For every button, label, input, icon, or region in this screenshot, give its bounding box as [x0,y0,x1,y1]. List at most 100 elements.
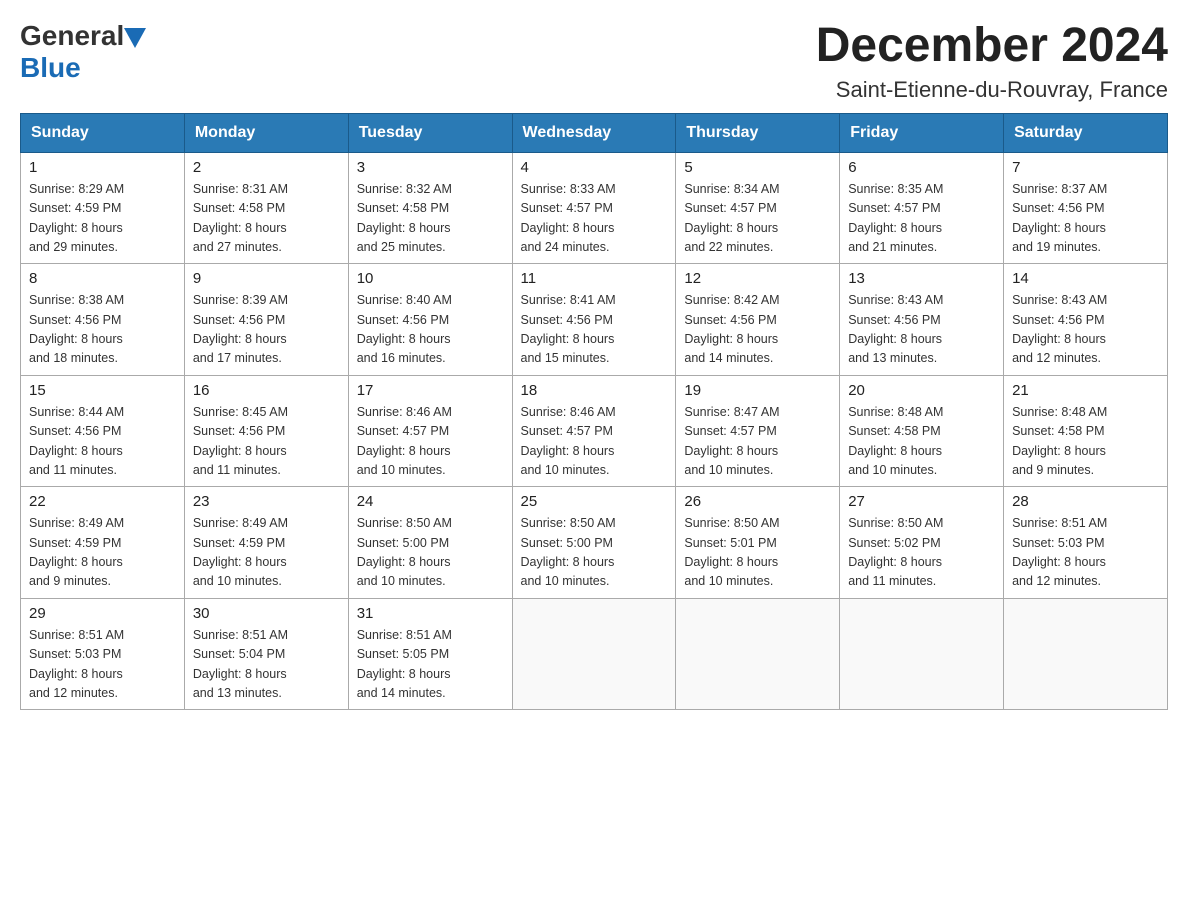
calendar-cell: 19 Sunrise: 8:47 AM Sunset: 4:57 PM Dayli… [676,375,840,487]
logo-blue-text: Blue [20,52,81,84]
day-number: 24 [357,493,504,510]
calendar-cell: 21 Sunrise: 8:48 AM Sunset: 4:58 PM Dayli… [1004,375,1168,487]
day-number: 17 [357,382,504,399]
day-info: Sunrise: 8:29 AM Sunset: 4:59 PM Dayligh… [29,180,176,258]
calendar-cell: 6 Sunrise: 8:35 AM Sunset: 4:57 PM Daylig… [840,152,1004,264]
day-info: Sunrise: 8:48 AM Sunset: 4:58 PM Dayligh… [1012,403,1159,481]
day-info: Sunrise: 8:43 AM Sunset: 4:56 PM Dayligh… [848,291,995,369]
calendar-cell [676,598,840,710]
day-info: Sunrise: 8:37 AM Sunset: 4:56 PM Dayligh… [1012,180,1159,258]
calendar-cell: 27 Sunrise: 8:50 AM Sunset: 5:02 PM Dayli… [840,487,1004,599]
header-friday: Friday [840,113,1004,152]
calendar-cell: 14 Sunrise: 8:43 AM Sunset: 4:56 PM Dayli… [1004,264,1168,376]
day-number: 30 [193,605,340,622]
calendar-header-row: SundayMondayTuesdayWednesdayThursdayFrid… [21,113,1168,152]
calendar-cell: 9 Sunrise: 8:39 AM Sunset: 4:56 PM Daylig… [184,264,348,376]
logo-triangle-icon [124,24,146,48]
day-info: Sunrise: 8:51 AM Sunset: 5:03 PM Dayligh… [29,626,176,704]
day-number: 14 [1012,270,1159,287]
day-info: Sunrise: 8:51 AM Sunset: 5:05 PM Dayligh… [357,626,504,704]
calendar-cell: 13Sunrise: 8:43 AM Sunset: 4:56 PM Dayli… [840,264,1004,376]
calendar-cell: 16 Sunrise: 8:45 AM Sunset: 4:56 PM Dayli… [184,375,348,487]
day-info: Sunrise: 8:49 AM Sunset: 4:59 PM Dayligh… [193,514,340,592]
day-number: 27 [848,493,995,510]
month-title: December 2024 [816,20,1168,73]
calendar-cell: 28Sunrise: 8:51 AM Sunset: 5:03 PM Dayli… [1004,487,1168,599]
calendar-week-row: 1 Sunrise: 8:29 AM Sunset: 4:59 PM Daylig… [21,152,1168,264]
calendar-cell: 24 Sunrise: 8:50 AM Sunset: 5:00 PM Dayli… [348,487,512,599]
calendar-cell: 2Sunrise: 8:31 AM Sunset: 4:58 PM Daylig… [184,152,348,264]
calendar-cell: 7Sunrise: 8:37 AM Sunset: 4:56 PM Daylig… [1004,152,1168,264]
day-info: Sunrise: 8:50 AM Sunset: 5:00 PM Dayligh… [521,514,668,592]
day-info: Sunrise: 8:41 AM Sunset: 4:56 PM Dayligh… [521,291,668,369]
calendar-cell [1004,598,1168,710]
calendar-cell: 29Sunrise: 8:51 AM Sunset: 5:03 PM Dayli… [21,598,185,710]
day-number: 6 [848,159,995,176]
day-info: Sunrise: 8:46 AM Sunset: 4:57 PM Dayligh… [357,403,504,481]
day-info: Sunrise: 8:51 AM Sunset: 5:03 PM Dayligh… [1012,514,1159,592]
calendar-cell: 22 Sunrise: 8:49 AM Sunset: 4:59 PM Dayli… [21,487,185,599]
day-number: 21 [1012,382,1159,399]
calendar-cell: 31 Sunrise: 8:51 AM Sunset: 5:05 PM Dayli… [348,598,512,710]
calendar-cell: 10 Sunrise: 8:40 AM Sunset: 4:56 PM Dayli… [348,264,512,376]
day-number: 31 [357,605,504,622]
day-number: 8 [29,270,176,287]
header-tuesday: Tuesday [348,113,512,152]
day-number: 23 [193,493,340,510]
calendar-cell: 3Sunrise: 8:32 AM Sunset: 4:58 PM Daylig… [348,152,512,264]
day-number: 2 [193,159,340,176]
header-sunday: Sunday [21,113,185,152]
day-info: Sunrise: 8:50 AM Sunset: 5:00 PM Dayligh… [357,514,504,592]
day-info: Sunrise: 8:50 AM Sunset: 5:02 PM Dayligh… [848,514,995,592]
day-info: Sunrise: 8:35 AM Sunset: 4:57 PM Dayligh… [848,180,995,258]
day-number: 11 [521,270,668,287]
page-header: General Blue December 2024 Saint-Etienne… [20,20,1168,103]
calendar-cell [512,598,676,710]
day-number: 3 [357,159,504,176]
day-number: 16 [193,382,340,399]
day-info: Sunrise: 8:40 AM Sunset: 4:56 PM Dayligh… [357,291,504,369]
day-number: 4 [521,159,668,176]
calendar-table: SundayMondayTuesdayWednesdayThursdayFrid… [20,113,1168,711]
calendar-cell: 15Sunrise: 8:44 AM Sunset: 4:56 PM Dayli… [21,375,185,487]
location-title: Saint-Etienne-du-Rouvray, France [816,77,1168,103]
logo-general-text: General [20,20,124,52]
header-monday: Monday [184,113,348,152]
day-number: 19 [684,382,831,399]
logo: General Blue [20,20,146,84]
day-info: Sunrise: 8:38 AM Sunset: 4:56 PM Dayligh… [29,291,176,369]
calendar-cell: 11 Sunrise: 8:41 AM Sunset: 4:56 PM Dayli… [512,264,676,376]
calendar-cell: 18Sunrise: 8:46 AM Sunset: 4:57 PM Dayli… [512,375,676,487]
title-area: December 2024 Saint-Etienne-du-Rouvray, … [816,20,1168,103]
day-info: Sunrise: 8:49 AM Sunset: 4:59 PM Dayligh… [29,514,176,592]
header-saturday: Saturday [1004,113,1168,152]
day-info: Sunrise: 8:44 AM Sunset: 4:56 PM Dayligh… [29,403,176,481]
header-wednesday: Wednesday [512,113,676,152]
calendar-cell: 30Sunrise: 8:51 AM Sunset: 5:04 PM Dayli… [184,598,348,710]
day-info: Sunrise: 8:39 AM Sunset: 4:56 PM Dayligh… [193,291,340,369]
calendar-week-row: 22 Sunrise: 8:49 AM Sunset: 4:59 PM Dayli… [21,487,1168,599]
day-info: Sunrise: 8:50 AM Sunset: 5:01 PM Dayligh… [684,514,831,592]
calendar-cell [840,598,1004,710]
day-number: 10 [357,270,504,287]
day-number: 18 [521,382,668,399]
day-number: 22 [29,493,176,510]
calendar-cell: 4Sunrise: 8:33 AM Sunset: 4:57 PM Daylig… [512,152,676,264]
day-number: 12 [684,270,831,287]
day-number: 9 [193,270,340,287]
day-number: 25 [521,493,668,510]
calendar-cell: 17 Sunrise: 8:46 AM Sunset: 4:57 PM Dayli… [348,375,512,487]
day-number: 26 [684,493,831,510]
day-number: 1 [29,159,176,176]
calendar-cell: 8 Sunrise: 8:38 AM Sunset: 4:56 PM Daylig… [21,264,185,376]
day-info: Sunrise: 8:48 AM Sunset: 4:58 PM Dayligh… [848,403,995,481]
day-info: Sunrise: 8:47 AM Sunset: 4:57 PM Dayligh… [684,403,831,481]
calendar-cell: 12 Sunrise: 8:42 AM Sunset: 4:56 PM Dayli… [676,264,840,376]
calendar-week-row: 15Sunrise: 8:44 AM Sunset: 4:56 PM Dayli… [21,375,1168,487]
day-info: Sunrise: 8:42 AM Sunset: 4:56 PM Dayligh… [684,291,831,369]
day-info: Sunrise: 8:34 AM Sunset: 4:57 PM Dayligh… [684,180,831,258]
calendar-cell: 20Sunrise: 8:48 AM Sunset: 4:58 PM Dayli… [840,375,1004,487]
calendar-week-row: 29Sunrise: 8:51 AM Sunset: 5:03 PM Dayli… [21,598,1168,710]
day-info: Sunrise: 8:43 AM Sunset: 4:56 PM Dayligh… [1012,291,1159,369]
day-info: Sunrise: 8:45 AM Sunset: 4:56 PM Dayligh… [193,403,340,481]
